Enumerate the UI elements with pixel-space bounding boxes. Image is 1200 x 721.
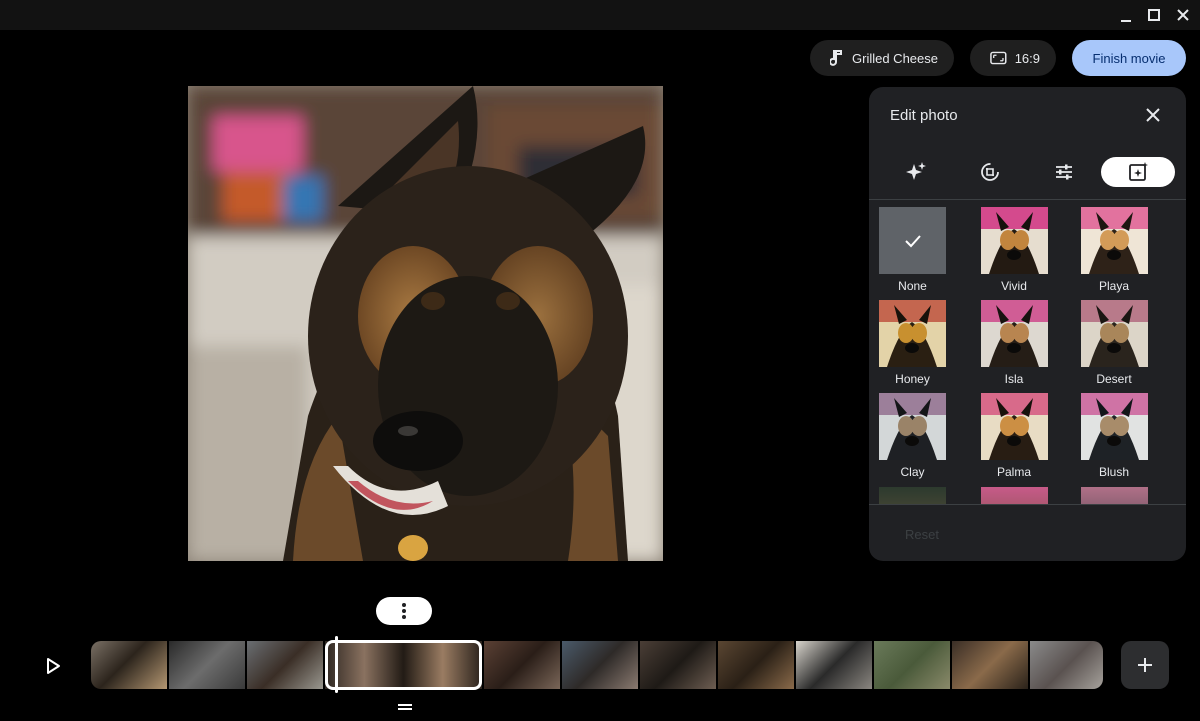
filter-thumb-honey	[879, 300, 946, 367]
filter-none[interactable]: None	[869, 207, 956, 293]
timeline-clip[interactable]	[1030, 641, 1103, 689]
filter-label: Playa	[1098, 279, 1130, 293]
filter-thumb-partial[interactable]	[1069, 487, 1159, 504]
filter-thumb-partial-image	[879, 487, 946, 504]
filter-thumb-blush	[1080, 393, 1148, 460]
filter-thumb-playa	[1080, 207, 1148, 274]
filter-label: None	[898, 279, 927, 293]
divider	[869, 504, 1186, 505]
filter-thumb-desert	[1080, 300, 1148, 367]
filter-vivid[interactable]: Vivid	[969, 207, 1059, 293]
more-vert-icon	[402, 603, 406, 619]
filter-label: Palma	[996, 465, 1031, 479]
filter-clay[interactable]: Clay	[869, 393, 956, 479]
play-button[interactable]	[42, 655, 64, 677]
title-bar	[0, 0, 1200, 30]
timeline-clip[interactable]	[169, 641, 245, 689]
timeline-clip[interactable]	[874, 641, 950, 689]
filter-thumb-vivid	[980, 207, 1048, 274]
close-icon[interactable]	[1141, 103, 1165, 127]
clip-options-button[interactable]	[376, 597, 432, 625]
filter-thumb-partial-image	[1080, 487, 1148, 504]
filter-label: Honey	[895, 372, 930, 386]
timeline-clip[interactable]	[484, 641, 560, 689]
sparkle-icon	[906, 162, 926, 180]
playhead[interactable]	[335, 636, 338, 693]
plus-icon	[1138, 658, 1152, 672]
panel-title: Edit photo	[890, 107, 958, 124]
aspect-ratio-label: 16:9	[1014, 50, 1040, 66]
filter-honey[interactable]: Honey	[869, 300, 956, 386]
sliders-icon	[1056, 164, 1072, 180]
filter-playa[interactable]: Playa	[1069, 207, 1159, 293]
filter-label: Desert	[1096, 372, 1132, 386]
filter-isla[interactable]: Isla	[969, 300, 1059, 386]
check-icon	[904, 234, 921, 247]
music-button[interactable]: Grilled Cheese	[810, 40, 954, 76]
finish-movie-button[interactable]: Finish movie	[1072, 40, 1186, 76]
filter-thumb-none	[879, 207, 946, 274]
reset-button[interactable]: Reset	[905, 527, 939, 542]
add-media-button[interactable]	[1121, 641, 1169, 689]
timeline-clip[interactable]	[91, 641, 167, 689]
filter-palma[interactable]: Palma	[969, 393, 1059, 479]
tab-filters[interactable]	[1101, 157, 1175, 187]
drag-handle-icon[interactable]	[397, 699, 413, 710]
filter-label: Vivid	[1001, 279, 1027, 293]
filter-thumb-clay	[879, 393, 946, 460]
timeline-clip[interactable]	[952, 641, 1028, 689]
aspect-ratio-icon	[990, 51, 1007, 65]
close-window-icon[interactable]	[1170, 3, 1196, 27]
edit-photo-panel: Edit photo None Vivid Playa Honey Isla D…	[869, 87, 1186, 561]
aspect-ratio-button[interactable]: 16:9	[970, 40, 1056, 76]
filter-label: Blush	[1098, 465, 1130, 479]
timeline-strip[interactable]	[91, 641, 1103, 689]
tab-crop-rotate[interactable]	[953, 157, 1027, 187]
filter-thumb-palma	[980, 393, 1048, 460]
filter-grid: None Vivid Playa Honey Isla Desert Clay …	[869, 200, 1186, 504]
timeline-clip[interactable]	[247, 641, 323, 689]
filter-blush[interactable]: Blush	[1069, 393, 1159, 479]
timeline-clip[interactable]	[796, 641, 872, 689]
music-label: Grilled Cheese	[852, 50, 938, 66]
filter-thumb-partial[interactable]	[869, 487, 956, 504]
timeline-clip[interactable]	[718, 641, 794, 689]
filter-icon	[1129, 162, 1148, 181]
music-note-icon	[830, 50, 842, 66]
play-icon	[47, 658, 60, 674]
minimize-icon[interactable]	[1113, 3, 1139, 27]
tab-auto-enhance[interactable]	[879, 157, 953, 187]
filter-thumb-isla	[980, 300, 1048, 367]
selected-clip-frame	[325, 640, 482, 690]
photo-preview	[188, 86, 663, 561]
filter-desert[interactable]: Desert	[1069, 300, 1159, 386]
filter-label: Clay	[900, 465, 925, 479]
maximize-icon[interactable]	[1141, 3, 1167, 27]
timeline-clip[interactable]	[562, 641, 638, 689]
filter-thumb-partial-image	[980, 487, 1048, 504]
timeline-clip[interactable]	[640, 641, 716, 689]
filter-label: Isla	[1004, 372, 1024, 386]
tab-adjust[interactable]	[1027, 157, 1101, 187]
filter-thumb-partial[interactable]	[969, 487, 1059, 504]
crop-rotate-icon	[981, 163, 999, 181]
